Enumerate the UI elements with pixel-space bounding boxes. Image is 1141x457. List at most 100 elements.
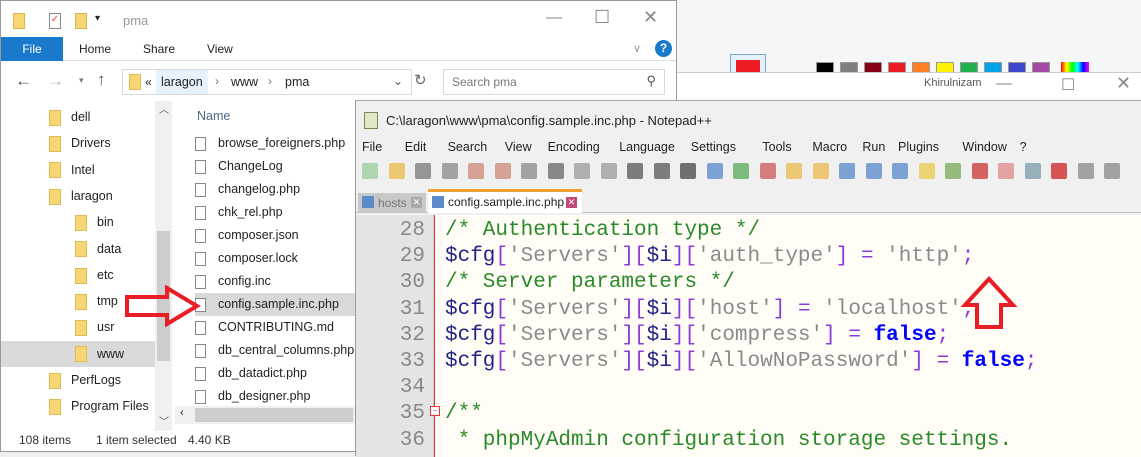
file-row[interactable]: composer.lock <box>195 247 355 270</box>
indent-guide-icon[interactable] <box>892 163 908 179</box>
file-row[interactable]: browse_foreigners.php <box>195 132 355 155</box>
new-folder-icon[interactable] <box>75 13 87 29</box>
redo-icon[interactable] <box>653 163 670 179</box>
open-icon[interactable] <box>388 163 405 179</box>
close-tab-icon[interactable]: ✕ <box>566 197 577 208</box>
file-row[interactable]: CONTRIBUTING.md <box>195 316 355 339</box>
tab-share[interactable]: Share <box>127 37 191 61</box>
minimize-button[interactable]: — <box>546 9 562 27</box>
close-button[interactable]: ✕ <box>1116 73 1131 94</box>
help-icon[interactable]: ? <box>655 40 672 57</box>
nav-item-tmp[interactable]: tmp <box>75 288 118 314</box>
menu-encoding[interactable]: Encoding <box>548 140 600 154</box>
forward-button[interactable]: → <box>47 71 64 91</box>
file-row[interactable]: config.sample.inc.php <box>195 293 355 316</box>
tab-file[interactable]: File <box>1 37 63 61</box>
menu-help[interactable]: ? <box>1020 140 1027 154</box>
tab-hosts[interactable]: hosts ✕ <box>358 193 426 213</box>
file-row[interactable]: db_central_columns.php <box>195 339 355 362</box>
menu-plugins[interactable]: Plugins <box>898 140 939 154</box>
nav-scrollbar[interactable]: ︿ ﹀ <box>155 101 172 431</box>
file-row[interactable]: config.inc <box>195 270 355 293</box>
expand-ribbon-icon[interactable]: ∨ <box>633 42 641 55</box>
func-list-icon[interactable] <box>971 163 988 179</box>
find-icon[interactable] <box>680 163 696 179</box>
file-row[interactable]: chk_rel.php <box>195 201 355 224</box>
word-wrap-icon[interactable] <box>839 163 855 179</box>
horizontal-scrollbar[interactable]: ‹ <box>175 406 355 424</box>
nav-item-dell[interactable]: dell <box>49 104 90 130</box>
nav-item-laragon[interactable]: laragon <box>49 183 113 209</box>
menu-settings[interactable]: Settings <box>691 140 736 154</box>
menu-macro[interactable]: Macro <box>812 140 847 154</box>
copy-icon[interactable] <box>574 163 590 179</box>
menu-run[interactable]: Run <box>862 140 885 154</box>
file-row[interactable]: db_datadict.php <box>195 362 355 385</box>
folder-workspace-icon[interactable] <box>998 163 1014 179</box>
paste-icon[interactable] <box>600 163 617 179</box>
nav-item-perflogs[interactable]: PerfLogs <box>49 367 121 393</box>
breadcrumb-pma[interactable]: pma <box>285 75 309 89</box>
play-macro-icon[interactable] <box>1104 163 1120 179</box>
properties-icon[interactable]: ✓ <box>49 13 61 29</box>
close-all-icon[interactable] <box>494 163 511 179</box>
new-icon[interactable] <box>362 163 378 179</box>
tab-view[interactable]: View <box>191 37 249 61</box>
tab-home[interactable]: Home <box>63 37 127 61</box>
file-row[interactable]: changelog.php <box>195 178 355 201</box>
sync-h-icon[interactable] <box>812 163 829 179</box>
print-icon[interactable] <box>521 163 537 179</box>
menu-window[interactable]: Window <box>962 140 1006 154</box>
breadcrumb-www[interactable]: www <box>231 75 258 89</box>
refresh-button[interactable]: ↻ <box>414 71 434 97</box>
nav-item-usr[interactable]: usr <box>75 314 114 340</box>
code-editor[interactable]: 28 29 30 31 32 33 34 35 36 − /* Authentication t… <box>356 215 1141 457</box>
menu-language[interactable]: Language <box>619 140 675 154</box>
nav-item-data[interactable]: data <box>75 236 121 262</box>
recent-locations-icon[interactable]: ▾ <box>79 75 84 86</box>
close-icon[interactable] <box>468 163 484 179</box>
file-row[interactable]: composer.json <box>195 224 355 247</box>
menu-tools[interactable]: Tools <box>762 140 791 154</box>
nav-item-bin[interactable]: bin <box>75 209 114 235</box>
minimize-button[interactable]: — <box>996 75 1012 93</box>
search-input[interactable]: Search pma ⚲ <box>443 69 665 95</box>
customize-toolbar-icon[interactable]: ▾ <box>95 13 100 24</box>
menu-file[interactable]: File <box>362 140 382 154</box>
close-button[interactable]: ✕ <box>643 7 658 28</box>
maximize-button[interactable]: ☐ <box>1061 75 1075 95</box>
nav-item-program-files[interactable]: Program Files <box>49 393 149 419</box>
column-header-name[interactable]: Name <box>197 109 230 123</box>
file-row[interactable]: db_designer.php <box>195 385 355 408</box>
save-all-icon[interactable] <box>441 163 458 179</box>
fold-marker-icon[interactable]: − <box>430 406 440 416</box>
breadcrumb-overflow[interactable]: « <box>145 75 152 89</box>
close-tab-icon[interactable]: ✕ <box>411 197 422 208</box>
tab-config-sample[interactable]: config.sample.inc.php ✕ <box>428 189 582 213</box>
file-row[interactable]: ChangeLog <box>195 155 355 178</box>
show-all-icon[interactable] <box>865 163 882 179</box>
zoom-out-icon[interactable] <box>759 163 776 179</box>
stop-macro-icon[interactable] <box>1077 163 1094 179</box>
record-macro-icon[interactable] <box>1051 163 1067 179</box>
breadcrumb-laragon[interactable]: laragon <box>156 70 208 94</box>
address-dropdown-icon[interactable]: ⌄ <box>393 74 403 88</box>
menu-view[interactable]: View <box>505 140 532 154</box>
replace-icon[interactable] <box>706 163 723 179</box>
nav-item-etc[interactable]: etc <box>75 262 114 288</box>
nav-item-intel[interactable]: Intel <box>49 157 95 183</box>
save-icon[interactable] <box>415 163 431 179</box>
udl-icon[interactable] <box>918 163 935 179</box>
up-button[interactable]: ↑ <box>97 70 106 90</box>
menu-edit[interactable]: Edit <box>405 140 427 154</box>
doc-map-icon[interactable] <box>945 163 961 179</box>
undo-icon[interactable] <box>627 163 643 179</box>
nav-item-drivers[interactable]: Drivers <box>49 130 111 156</box>
monitor-icon[interactable] <box>1024 163 1041 179</box>
zoom-in-icon[interactable] <box>733 163 749 179</box>
maximize-button[interactable]: ☐ <box>594 7 610 28</box>
sync-v-icon[interactable] <box>786 163 802 179</box>
back-button[interactable]: ← <box>15 71 32 91</box>
address-bar[interactable]: « laragon › www › pma ⌄ <box>122 69 412 95</box>
cut-icon[interactable] <box>547 163 564 179</box>
